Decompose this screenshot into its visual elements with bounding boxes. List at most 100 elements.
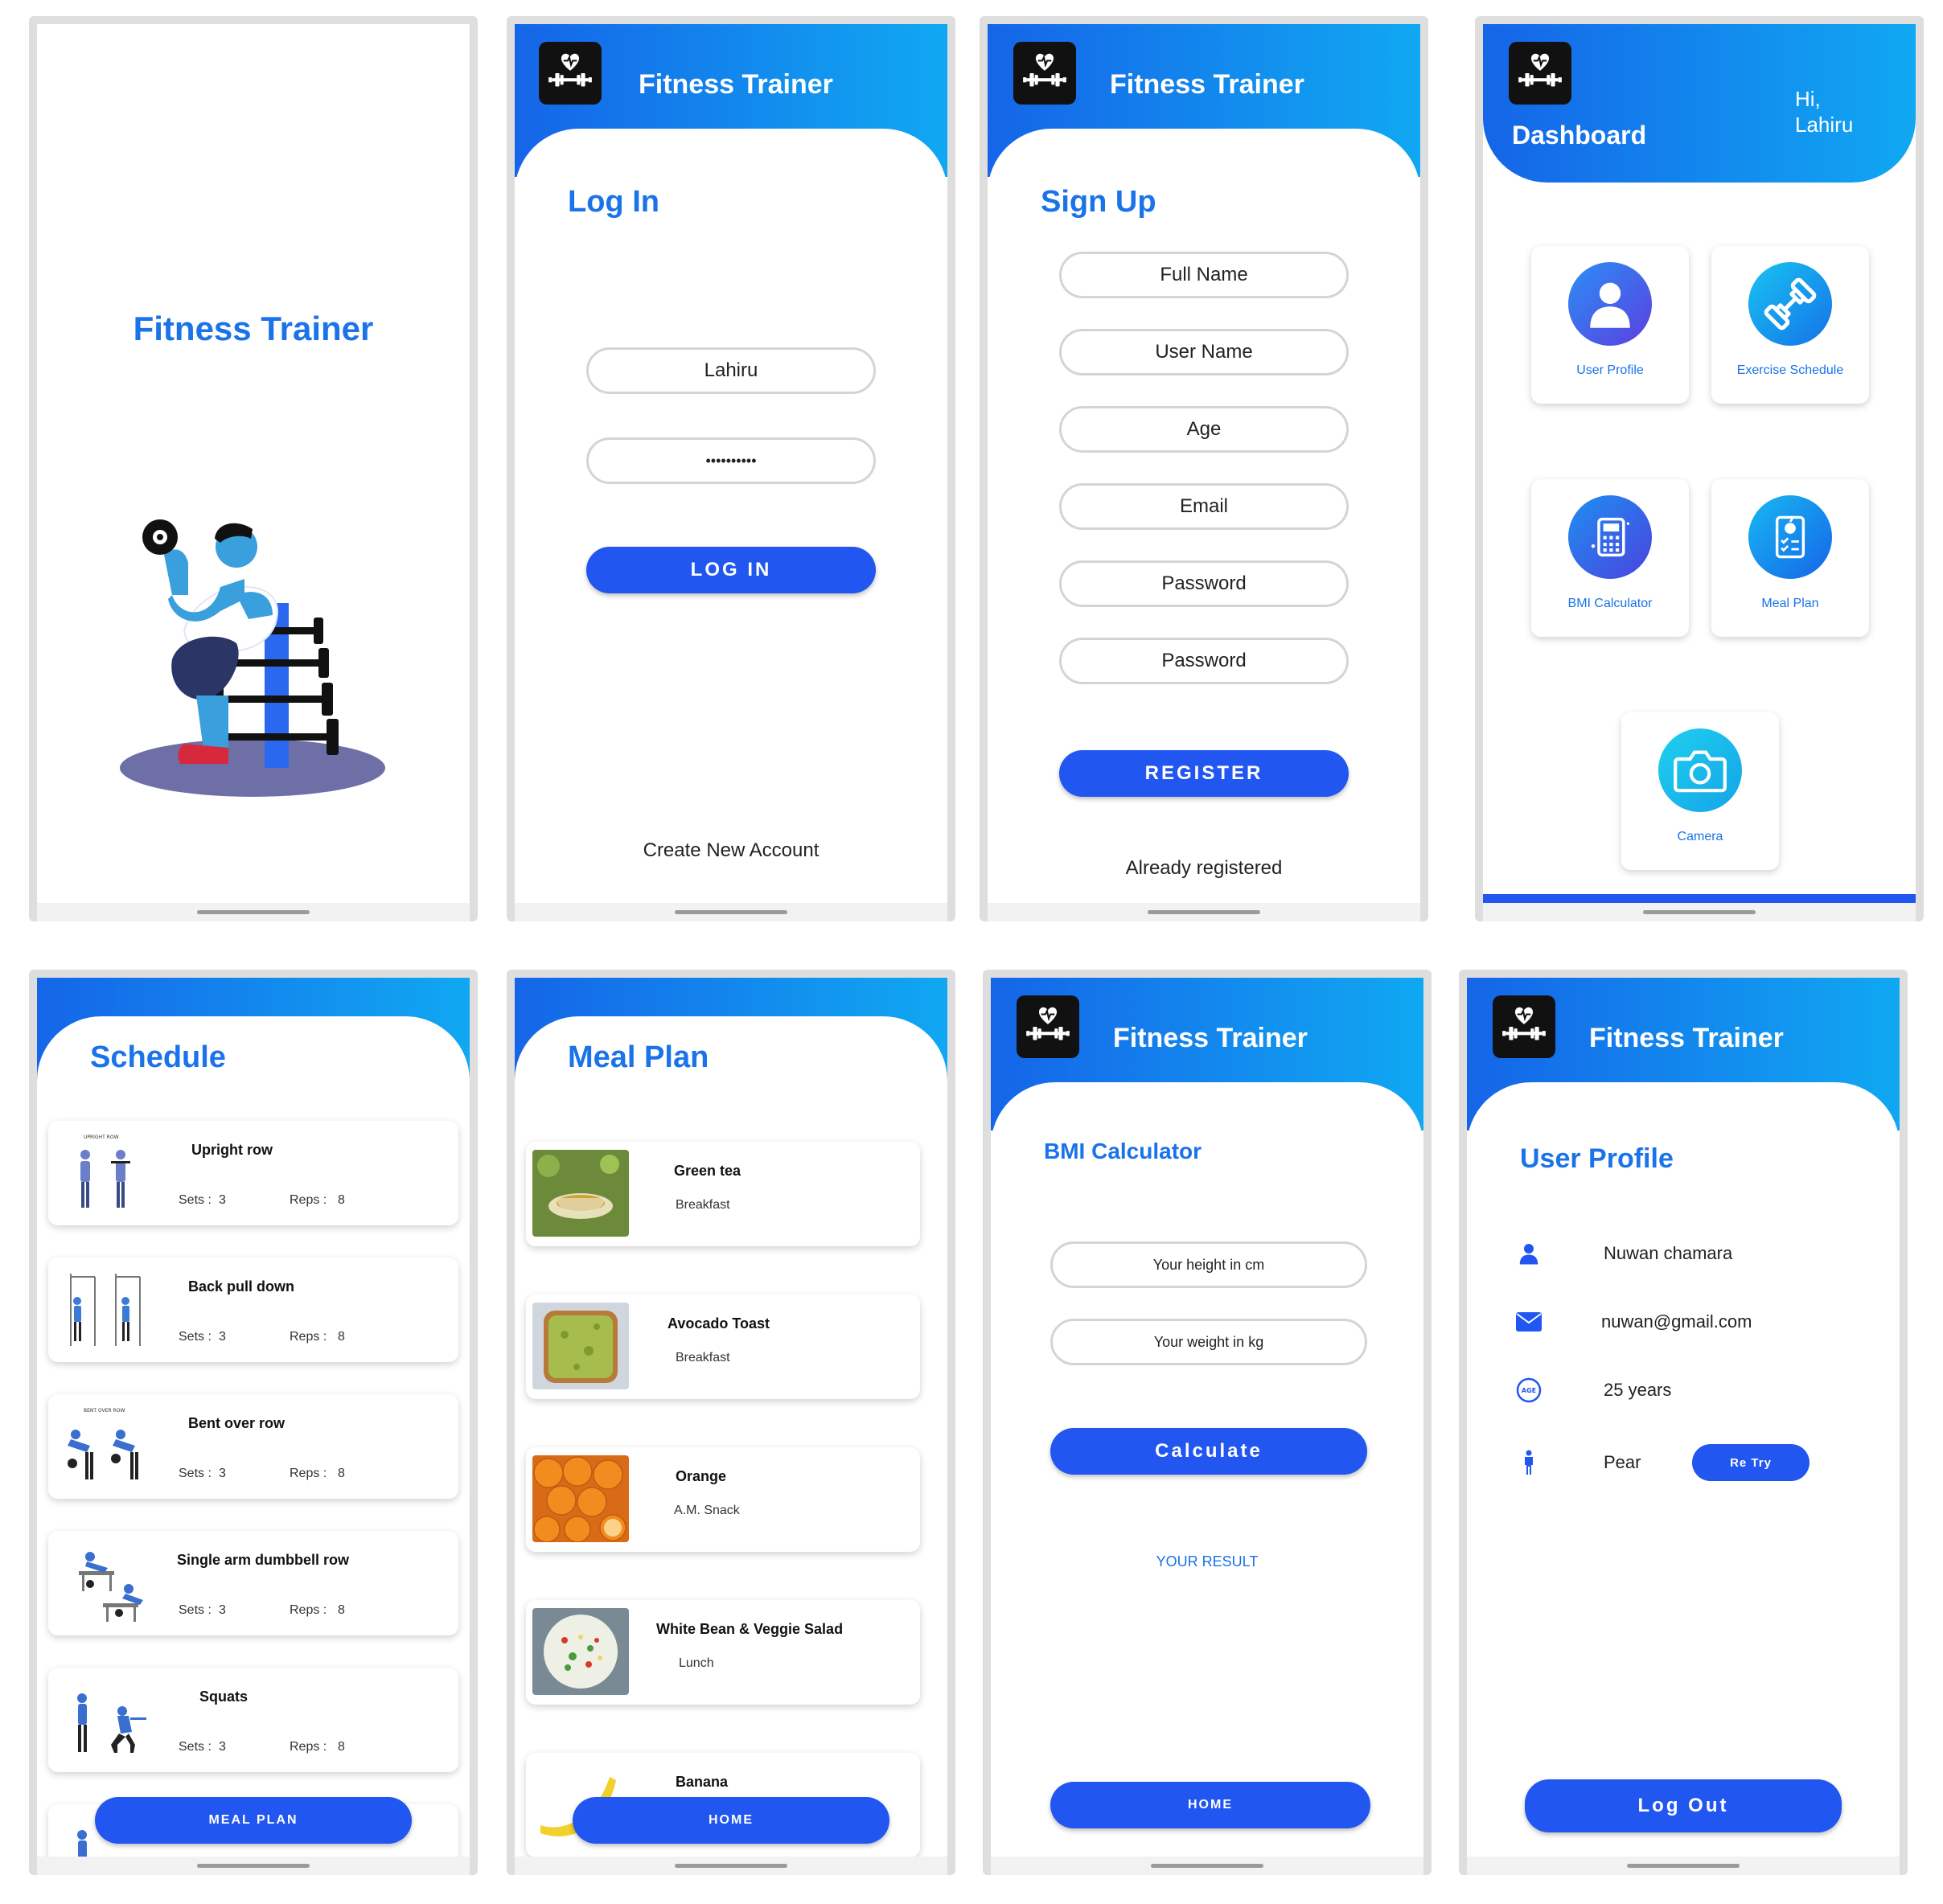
app-logo-icon <box>1017 995 1079 1058</box>
weight-input[interactable]: Your weight in kg <box>1050 1319 1367 1365</box>
phone-schedule: Schedule UPRIGHT ROW Upright row Sets : … <box>29 970 478 1875</box>
meal-plan-button[interactable]: MEAL PLAN <box>95 1797 412 1844</box>
home-gesture-bar[interactable] <box>197 910 310 914</box>
clipboard-apple-icon <box>1748 495 1832 579</box>
phone-signup: Fitness Trainer Sign Up Full Name User N… <box>980 16 1428 921</box>
man-lifting-dumbbell-illustration <box>120 519 385 797</box>
sets-label: Sets : <box>179 1467 212 1480</box>
avocado-toast-photo <box>532 1303 629 1389</box>
calculator-icon <box>1568 495 1652 579</box>
back-pull-down-illustration <box>70 1274 141 1346</box>
exercise-name: Single arm dumbbell row <box>177 1552 350 1568</box>
home-gesture-bar[interactable] <box>197 1864 310 1868</box>
profile-name-row: Nuwan chamara <box>1467 1233 1900 1274</box>
meal-type: A.M. Snack <box>674 1504 740 1517</box>
signup-screen: Fitness Trainer Sign Up Full Name User N… <box>988 24 1420 903</box>
phone-bmi: Fitness Trainer BMI Calculator Your heig… <box>983 970 1432 1875</box>
page-title: Log In <box>568 185 659 219</box>
tile-label: BMI Calculator <box>1567 597 1653 610</box>
reps-label: Reps : <box>290 1603 327 1617</box>
content-sheet <box>515 129 947 903</box>
app-logo-icon <box>1493 995 1555 1058</box>
page-title: Meal Plan <box>568 1040 709 1074</box>
exercise-card-single-arm-dumbbell-row[interactable]: Single arm dumbbell row Sets : 3 Reps : … <box>48 1531 458 1635</box>
tile-label: Exercise Schedule <box>1736 363 1844 377</box>
user-profile-tile[interactable]: User Profile <box>1531 246 1689 404</box>
exercise-card-squats[interactable]: Squats Sets : 3 Reps : 8 <box>48 1668 458 1772</box>
dashboard-title: Dashboard <box>1512 121 1647 150</box>
exercise-name: Back pull down <box>188 1278 295 1295</box>
reps-label: Reps : <box>290 1467 327 1480</box>
standing-person-icon <box>1515 1449 1542 1476</box>
greeting-name: Lahiru <box>1795 113 1854 137</box>
app-title: Fitness Trainer <box>639 69 833 100</box>
envelope-icon <box>1515 1308 1542 1336</box>
height-input[interactable]: Your height in cm <box>1050 1241 1367 1288</box>
username-input[interactable]: Lahiru <box>586 347 876 394</box>
register-button[interactable]: REGISTER <box>1059 750 1349 797</box>
login-button[interactable]: LOG IN <box>586 547 876 593</box>
home-gesture-bar[interactable] <box>1627 1864 1740 1868</box>
splash-screen: Fitness Trainer <box>37 24 470 903</box>
bmi-calculator-tile[interactable]: BMI Calculator <box>1531 479 1689 637</box>
retry-button[interactable]: Re Try <box>1692 1444 1809 1481</box>
user-icon <box>1568 262 1652 346</box>
exercise-card-upright-row[interactable]: UPRIGHT ROW Upright row Sets : 3 Reps : … <box>48 1121 458 1225</box>
home-gesture-bar[interactable] <box>1148 910 1260 914</box>
reps-value: 8 <box>338 1193 345 1207</box>
home-gesture-bar[interactable] <box>1643 910 1756 914</box>
email-field[interactable]: Email <box>1059 483 1349 530</box>
system-navbar <box>988 903 1420 921</box>
full-name-field[interactable]: Full Name <box>1059 252 1349 298</box>
user-name-field[interactable]: User Name <box>1059 329 1349 375</box>
home-gesture-bar[interactable] <box>1151 1864 1263 1868</box>
age-field[interactable]: Age <box>1059 406 1349 453</box>
app-logo-icon <box>539 42 602 105</box>
logout-button[interactable]: Log Out <box>1525 1779 1842 1832</box>
meal-card-avocado-toast[interactable]: Avocado Toast Breakfast <box>526 1295 920 1399</box>
sets-value: 3 <box>219 1603 226 1617</box>
reps-value: 8 <box>338 1740 345 1754</box>
home-button[interactable]: HOME <box>573 1797 889 1844</box>
profile-email-row: nuwan@gmail.com <box>1467 1302 1900 1342</box>
meal-plan-tile[interactable]: Meal Plan <box>1711 479 1869 637</box>
tile-label: Camera <box>1677 830 1723 843</box>
age-icon: AGE <box>1515 1377 1542 1404</box>
meal-card-white-bean-salad[interactable]: White Bean & Veggie Salad Lunch <box>526 1600 920 1705</box>
meal-card-orange[interactable]: Orange A.M. Snack <box>526 1447 920 1552</box>
profile-age-row: AGE 25 years <box>1467 1370 1900 1410</box>
create-account-link[interactable]: Create New Account <box>515 839 947 862</box>
dashboard-screen: Dashboard Hi, Lahiru User Profile Exerci… <box>1483 24 1916 903</box>
meal-type: Breakfast <box>676 1351 730 1364</box>
password-input[interactable]: •••••••••• <box>586 437 876 484</box>
home-button[interactable]: HOME <box>1050 1782 1370 1828</box>
reps-value: 8 <box>338 1330 345 1344</box>
phone-dashboard: Dashboard Hi, Lahiru User Profile Exerci… <box>1475 16 1924 921</box>
bmi-screen: Fitness Trainer BMI Calculator Your heig… <box>991 978 1423 1857</box>
camera-tile[interactable]: Camera <box>1621 712 1779 870</box>
white-bean-salad-photo <box>532 1608 629 1695</box>
exercise-card-bent-over-row[interactable]: BENT OVER ROW Bent over row Sets : 3 Rep… <box>48 1394 458 1499</box>
already-registered-link[interactable]: Already registered <box>988 857 1420 880</box>
system-navbar <box>1467 1857 1900 1875</box>
thumb-caption: UPRIGHT ROW <box>84 1135 119 1140</box>
password-field[interactable]: Password <box>1059 560 1349 607</box>
app-title: Fitness Trainer <box>1113 1023 1308 1053</box>
exercise-name: Bent over row <box>188 1415 285 1431</box>
meal-card-green-tea[interactable]: Green tea Breakfast <box>526 1142 920 1246</box>
confirm-password-field[interactable]: Password <box>1059 638 1349 684</box>
calculate-button[interactable]: Calculate <box>1050 1428 1367 1475</box>
meal-name: Banana <box>676 1774 729 1790</box>
squats-illustration <box>77 1693 146 1753</box>
profile-body-type-row: Pear Re Try <box>1467 1442 1900 1483</box>
page-title: Sign Up <box>1041 185 1156 219</box>
schedule-screen: Schedule UPRIGHT ROW Upright row Sets : … <box>37 978 470 1857</box>
home-gesture-bar[interactable] <box>675 1864 787 1868</box>
exercise-schedule-tile[interactable]: Exercise Schedule <box>1711 246 1869 404</box>
sets-value: 3 <box>219 1467 226 1480</box>
home-gesture-bar[interactable] <box>675 910 787 914</box>
result-label: YOUR RESULT <box>1156 1553 1259 1570</box>
green-tea-photo <box>532 1150 629 1237</box>
age-icon-text: AGE <box>1522 1387 1536 1394</box>
exercise-card-back-pull-down[interactable]: Back pull down Sets : 3 Reps : 8 <box>48 1258 458 1362</box>
